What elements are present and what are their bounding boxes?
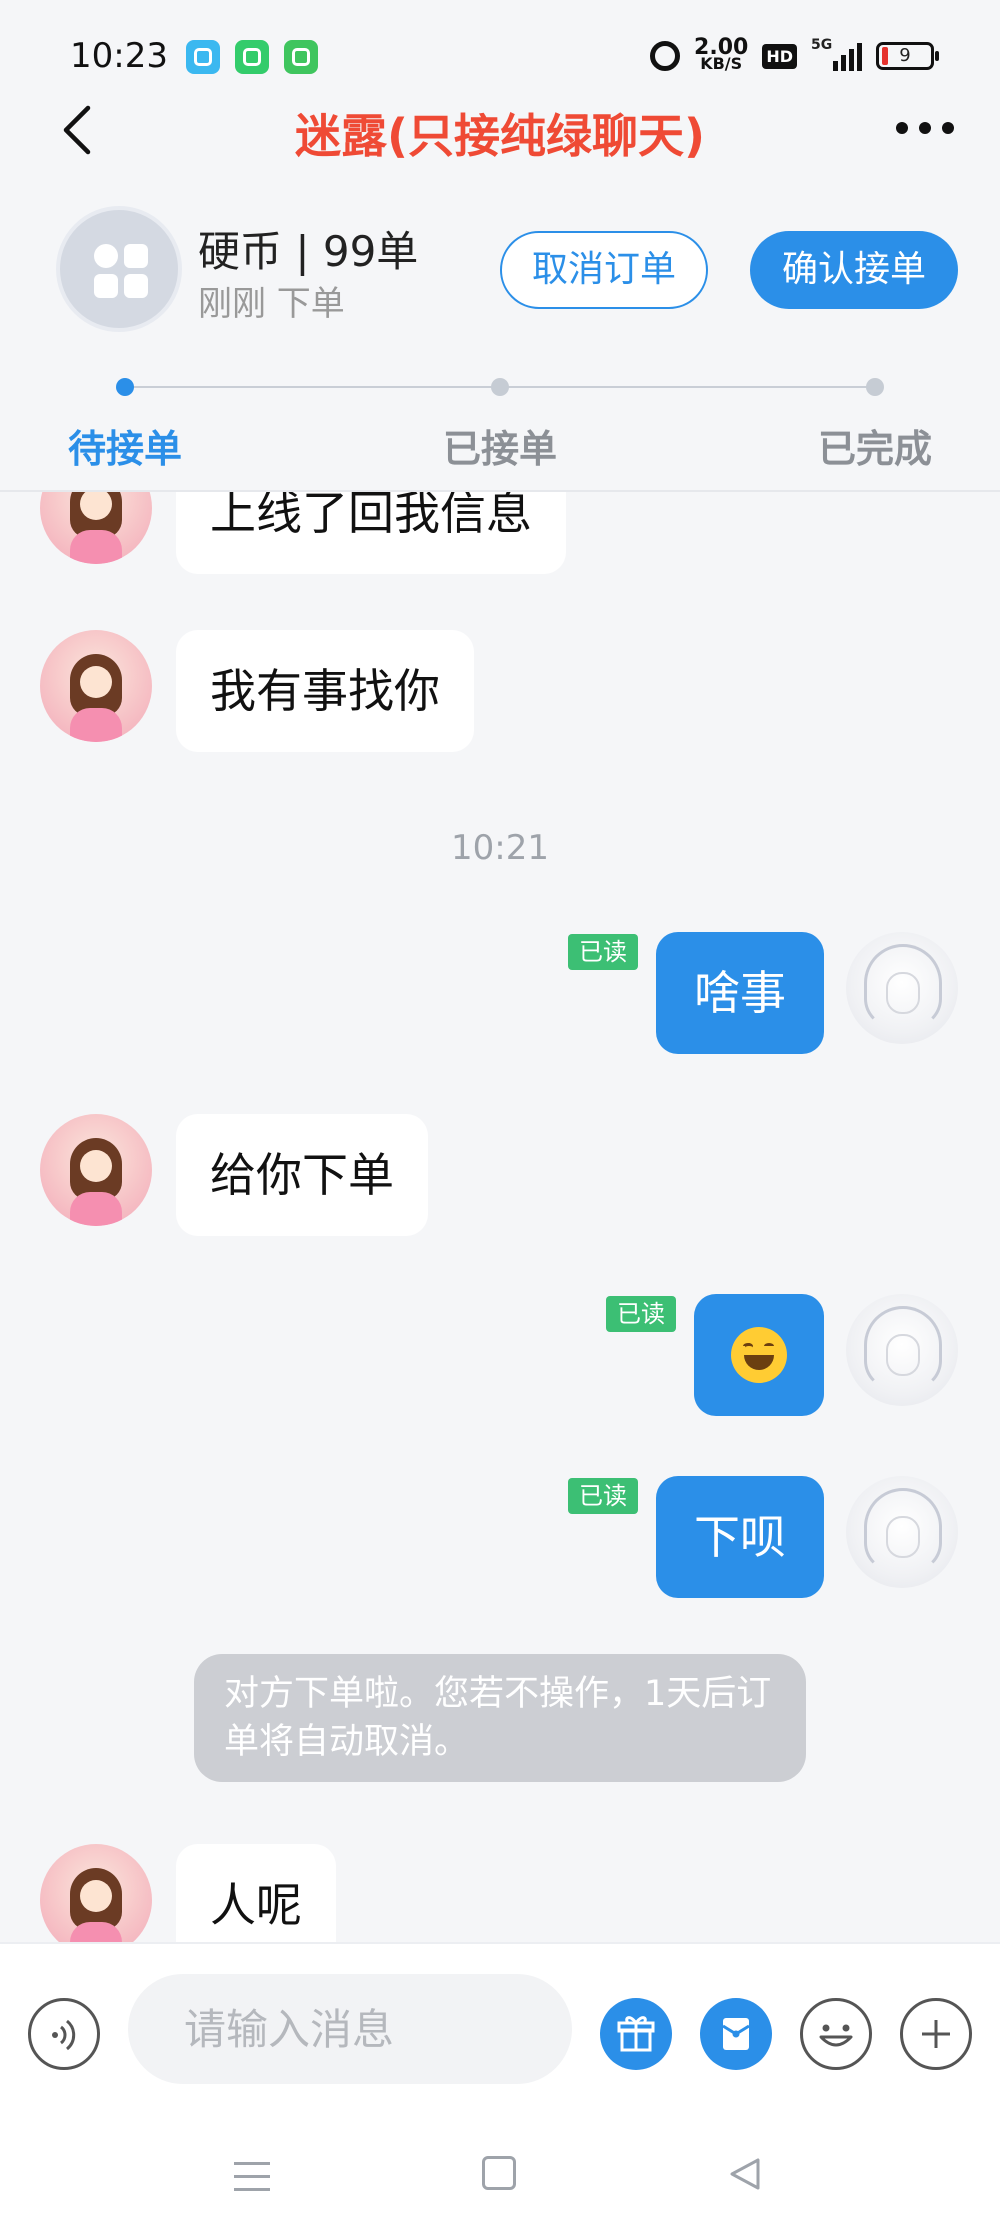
top-nav-bar: 迷露(只接纯绿聊天) [0, 90, 1000, 170]
read-status-badge: 已读 [568, 934, 638, 970]
progress-label-accepted: 已接单 [442, 427, 557, 471]
order-header: 硬币 | 99单 刚刚 下单 取消订单 确认接单 [0, 198, 1000, 338]
progress-dot-completed [866, 378, 884, 396]
grinning-face-icon [731, 1326, 787, 1383]
system-navigation-bar [0, 2112, 1000, 2233]
progress-label-pending: 待接单 [67, 427, 182, 471]
order-avatar [56, 206, 182, 332]
app-notification-icon [186, 40, 220, 74]
contact-avatar[interactable] [40, 492, 152, 564]
message-bubble-outgoing[interactable]: 下呗 [656, 1476, 824, 1598]
menu-icon[interactable] [234, 2162, 270, 2192]
battery-icon: 9 [876, 42, 939, 70]
input-bar [0, 1942, 1000, 2112]
contact-avatar[interactable] [40, 1844, 152, 1942]
home-icon[interactable] [482, 2156, 516, 2190]
confirm-order-button[interactable]: 确认接单 [750, 231, 958, 309]
cancel-order-button[interactable]: 取消订单 [500, 231, 708, 309]
voice-icon[interactable] [28, 1998, 100, 2070]
red-packet-icon[interactable] [700, 1998, 772, 2070]
message-input[interactable] [128, 1974, 572, 2084]
progress-dot-accepted [491, 378, 509, 396]
gift-icon[interactable] [600, 1998, 672, 2070]
my-avatar[interactable] [846, 1294, 958, 1406]
message-bubble-incoming[interactable]: 给你下单 [176, 1114, 428, 1236]
message-bubble-outgoing[interactable]: 啥事 [656, 932, 824, 1054]
more-options-icon[interactable] [896, 118, 954, 138]
my-avatar[interactable] [846, 1476, 958, 1588]
order-title: 硬币 | 99单 [198, 227, 419, 276]
message-notification-icon [284, 40, 318, 74]
battery-app-notification-icon [235, 40, 269, 74]
message-bubble-incoming[interactable]: 上线了回我信息 [176, 492, 566, 574]
message-bubble-incoming[interactable]: 人呢 [176, 1844, 336, 1942]
alarm-icon [650, 41, 681, 71]
chat-area[interactable]: 上线了回我信息 我有事找你 10:21 已读 啥事 给你下单 已读 已读 下呗 … [0, 492, 1000, 1942]
emoji-icon[interactable] [800, 1998, 872, 2070]
system-notice: 对方下单啦。您若不操作，1天后订单将自动取消。 [194, 1654, 806, 1782]
network-type: 5G [811, 37, 833, 53]
progress-label-completed: 已完成 [817, 427, 932, 471]
status-time: 10:23 [70, 36, 168, 76]
read-status-badge: 已读 [606, 1296, 676, 1332]
contact-avatar[interactable] [40, 630, 152, 742]
speed-unit: KB/S [700, 54, 743, 73]
message-bubble-incoming[interactable]: 我有事找你 [176, 630, 474, 752]
my-avatar[interactable] [846, 932, 958, 1044]
order-subtitle: 刚刚 下单 [198, 284, 345, 324]
system-back-icon[interactable] [726, 2154, 766, 2194]
battery-level: 9 [899, 45, 911, 66]
plus-icon[interactable] [900, 1998, 972, 2070]
time-stamp: 10:21 [451, 828, 549, 868]
apps-grid-icon [94, 244, 148, 298]
signal-icon: 5G [811, 37, 862, 71]
status-indicators: 2.00 KB/S HD 5G 9 [650, 34, 939, 78]
order-progress: 待接单 已接单 已完成 [0, 370, 1000, 490]
network-speed: 2.00 KB/S [694, 37, 748, 73]
contact-avatar[interactable] [40, 1114, 152, 1226]
chat-title: 迷露(只接纯绿聊天) [294, 109, 706, 163]
message-bubble-outgoing[interactable] [694, 1294, 824, 1416]
progress-dot-pending [116, 378, 134, 396]
read-status-badge: 已读 [568, 1478, 638, 1514]
hd-badge: HD [762, 43, 797, 69]
